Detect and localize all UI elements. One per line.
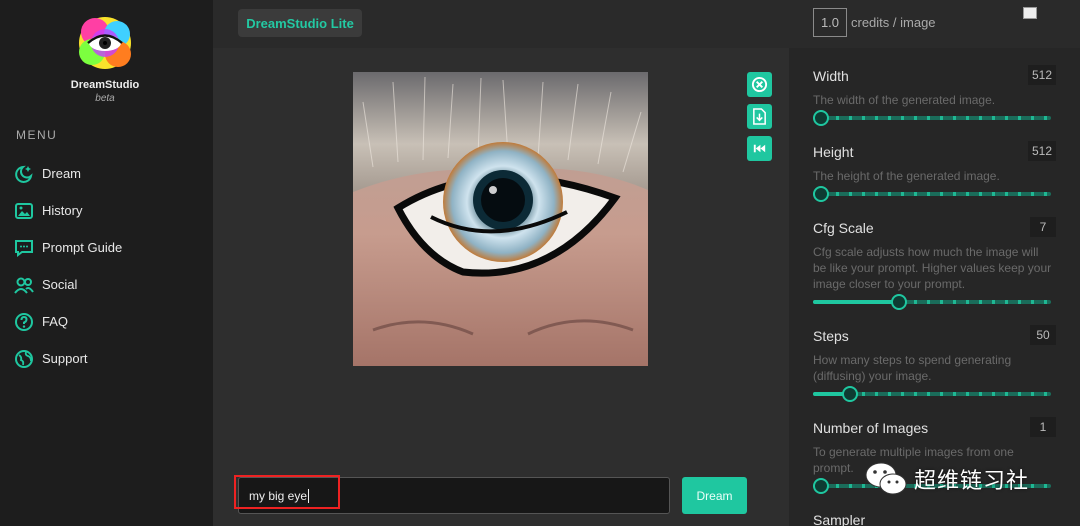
watermark: 超维链习社 — [864, 459, 1029, 499]
sidebar: DreamStudio beta MENU Dream History Prom… — [0, 0, 213, 526]
image-actions — [747, 72, 773, 168]
download-icon — [753, 108, 766, 125]
sidebar-item-label: Support — [42, 351, 88, 366]
download-image-button[interactable] — [747, 104, 772, 129]
dreamstudio-app: DreamStudio Lite 1.0 credits / image Dre… — [0, 0, 1080, 526]
generated-image[interactable] — [353, 72, 648, 366]
setting-name: Steps — [813, 328, 849, 344]
setting-value: 7 — [1030, 217, 1056, 237]
slider-thumb[interactable] — [813, 186, 829, 202]
sidebar-item-label: Social — [42, 277, 78, 292]
cfg-scale-slider[interactable] — [813, 294, 1051, 310]
setting-value: 50 — [1030, 325, 1056, 345]
close-image-button[interactable] — [747, 72, 772, 97]
slider-track — [813, 192, 1051, 196]
wechat-icon — [865, 462, 907, 495]
app-subtitle: beta — [95, 93, 115, 104]
slider-thumb[interactable] — [841, 386, 858, 402]
sidebar-item-label: Dream — [42, 166, 82, 181]
canvas-area: my big eye Dream — [213, 48, 789, 526]
globe-icon — [15, 349, 33, 368]
close-icon — [751, 76, 768, 93]
prompt-text: my big eye — [249, 488, 308, 503]
brand-label: DreamStudio Lite — [238, 9, 362, 37]
sidebar-item-faq[interactable]: FAQ — [14, 303, 204, 340]
user-avatar[interactable] — [1023, 7, 1063, 47]
steps-slider[interactable] — [813, 386, 1051, 402]
setting-description: Cfg scale adjusts how much the image wil… — [813, 245, 1052, 291]
slider-thumb[interactable] — [813, 478, 829, 494]
sidebar-item-label: History — [42, 203, 83, 218]
setting-description: The height of the generated image. — [813, 169, 1000, 183]
slider-thumb[interactable] — [813, 110, 829, 126]
rewind-icon — [753, 144, 766, 153]
prompt-input[interactable]: my big eye — [238, 477, 670, 514]
sidebar-item-dream[interactable]: Dream — [14, 155, 204, 192]
setting-name: Height — [813, 144, 854, 160]
setting-name: Number of Images — [813, 420, 929, 436]
slider-track — [813, 116, 1051, 120]
reuse-settings-button[interactable] — [747, 136, 772, 161]
sidebar-nav: Dream History Prompt Guide Social FAQ Su… — [14, 155, 204, 377]
setting-value: 1 — [1030, 417, 1056, 437]
people-icon — [14, 277, 34, 294]
setting-name: Cfg Scale — [813, 220, 874, 236]
width-slider[interactable] — [813, 110, 1051, 126]
sidebar-item-label: Prompt Guide — [42, 240, 123, 255]
question-icon — [15, 312, 33, 331]
gallery-icon — [15, 202, 33, 219]
setting-value: 512 — [1027, 65, 1056, 85]
slider-fill — [813, 300, 899, 304]
app-name: DreamStudio — [70, 79, 140, 91]
watermark-text: 超维链习社 — [914, 468, 1030, 493]
credits-per-image-value: 1.0 — [813, 8, 847, 37]
chat-bubble-icon — [15, 239, 33, 257]
sidebar-item-social[interactable]: Social — [14, 266, 204, 303]
settings-panel: Width 512 The width of the generated ima… — [789, 48, 1080, 526]
setting-name: Sampler — [813, 512, 866, 526]
sidebar-item-history[interactable]: History — [14, 192, 204, 229]
setting-description: The width of the generated image. — [813, 93, 996, 107]
setting-name: Width — [813, 68, 849, 84]
setting-value: 512 — [1027, 141, 1056, 161]
sparkle-moon-icon — [15, 165, 33, 183]
sidebar-item-support[interactable]: Support — [14, 340, 204, 377]
height-slider[interactable] — [813, 186, 1051, 202]
menu-heading: MENU — [16, 128, 58, 142]
credits-label: credits / image — [851, 15, 936, 30]
setting-description: How many steps to spend generating (diff… — [813, 353, 1012, 383]
dream-button[interactable]: Dream — [682, 477, 747, 514]
sidebar-item-prompt-guide[interactable]: Prompt Guide — [14, 229, 204, 266]
dreamstudio-logo — [72, 14, 138, 74]
slider-thumb[interactable] — [890, 294, 907, 310]
text-caret — [308, 488, 310, 503]
sidebar-item-label: FAQ — [42, 314, 69, 329]
